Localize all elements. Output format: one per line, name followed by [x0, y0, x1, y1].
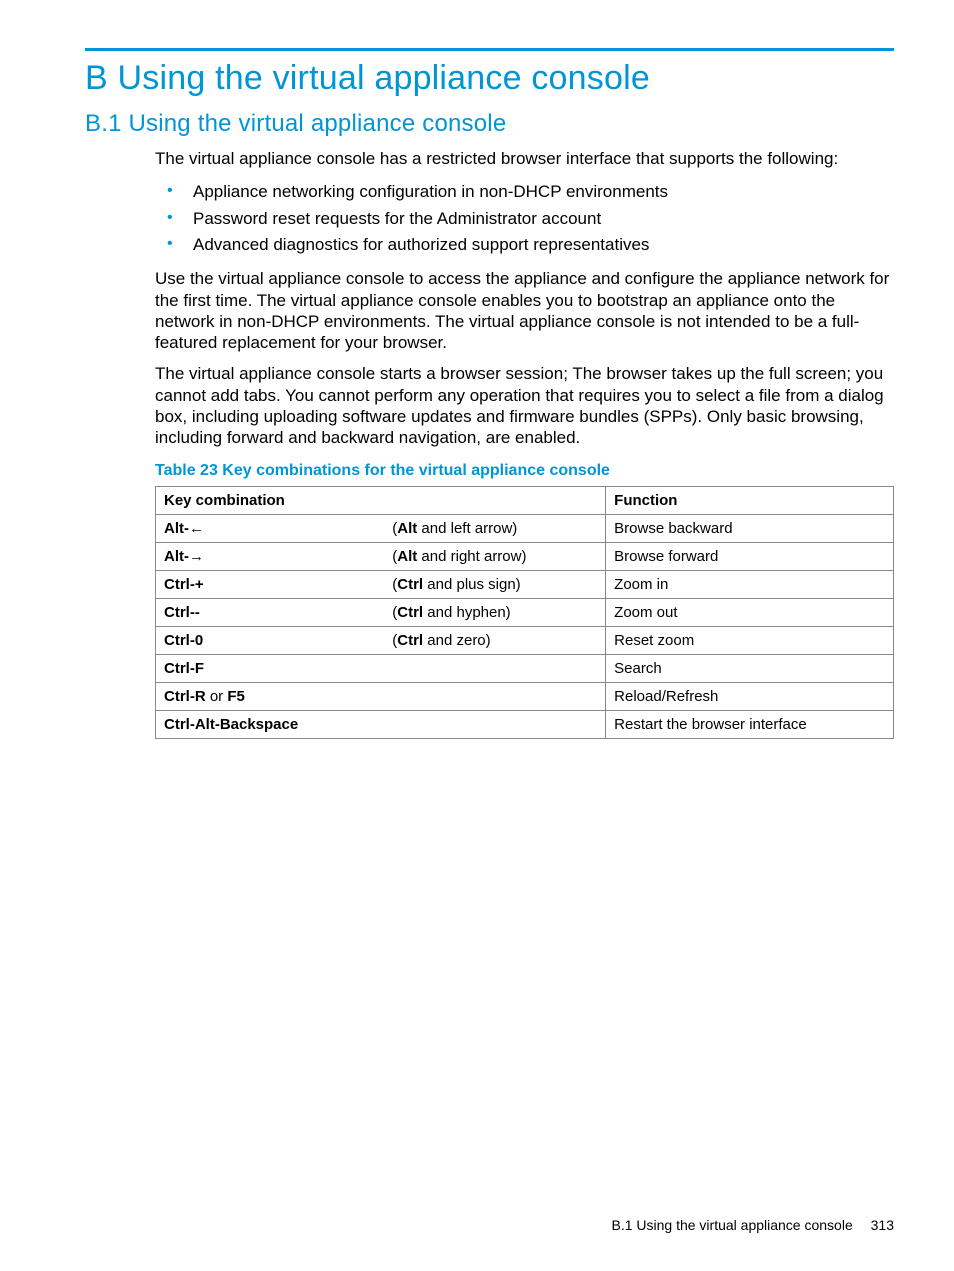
function-cell: Zoom in	[606, 571, 894, 599]
key-description-cell: (Alt and right arrow)	[384, 543, 605, 571]
key-combination-cell: Ctrl--	[156, 599, 385, 627]
page-content: B Using the virtual appliance console B.…	[0, 0, 954, 739]
body-paragraph: The virtual appliance console starts a b…	[155, 363, 894, 448]
col-key-combination: Key combination	[156, 487, 606, 515]
footer-section-label: B.1 Using the virtual appliance console	[611, 1217, 852, 1233]
body-block: The virtual appliance console has a rest…	[155, 148, 894, 739]
page-number: 313	[871, 1217, 894, 1233]
top-rule	[85, 48, 894, 51]
key-description-cell	[384, 655, 605, 683]
key-description-cell	[384, 683, 605, 711]
bullet-list: Appliance networking configuration in no…	[155, 179, 894, 258]
function-cell: Browse backward	[606, 515, 894, 543]
body-paragraph: Use the virtual appliance console to acc…	[155, 268, 894, 353]
key-combination-cell: Ctrl-R or F5	[156, 683, 385, 711]
table-row: Ctrl-+(Ctrl and plus sign)Zoom in	[156, 571, 894, 599]
key-description-cell	[384, 711, 605, 739]
col-function: Function	[606, 487, 894, 515]
table-header-row: Key combination Function	[156, 487, 894, 515]
table-row: Ctrl-F Search	[156, 655, 894, 683]
page-footer: B.1 Using the virtual appliance console …	[611, 1217, 894, 1233]
key-combination-cell: Ctrl-Alt-Backspace	[156, 711, 385, 739]
key-combination-cell: Ctrl-+	[156, 571, 385, 599]
key-description-cell: (Ctrl and hyphen)	[384, 599, 605, 627]
key-combination-cell: Alt-→	[156, 543, 385, 571]
function-cell: Zoom out	[606, 599, 894, 627]
list-item: Advanced diagnostics for authorized supp…	[155, 232, 894, 258]
list-item: Password reset requests for the Administ…	[155, 206, 894, 232]
function-cell: Reload/Refresh	[606, 683, 894, 711]
function-cell: Restart the browser interface	[606, 711, 894, 739]
function-cell: Reset zoom	[606, 627, 894, 655]
table-row: Ctrl--(Ctrl and hyphen)Zoom out	[156, 599, 894, 627]
section-title: B.1 Using the virtual appliance console	[85, 110, 894, 138]
table-row: Alt-→(Alt and right arrow)Browse forward	[156, 543, 894, 571]
key-combination-cell: Ctrl-0	[156, 627, 385, 655]
key-combination-cell: Alt-←	[156, 515, 385, 543]
table-caption: Table 23 Key combinations for the virtua…	[155, 462, 894, 480]
key-description-cell: (Ctrl and zero)	[384, 627, 605, 655]
key-description-cell: (Ctrl and plus sign)	[384, 571, 605, 599]
table-row: Ctrl-R or F5 Reload/Refresh	[156, 683, 894, 711]
key-description-cell: (Alt and left arrow)	[384, 515, 605, 543]
table-row: Ctrl-Alt-Backspace Restart the browser in…	[156, 711, 894, 739]
key-combinations-table: Key combination Function Alt-←(Alt and l…	[155, 486, 894, 739]
list-item: Appliance networking configuration in no…	[155, 179, 894, 205]
table-row: Ctrl-0(Ctrl and zero)Reset zoom	[156, 627, 894, 655]
intro-paragraph: The virtual appliance console has a rest…	[155, 148, 894, 169]
table-row: Alt-←(Alt and left arrow)Browse backward	[156, 515, 894, 543]
function-cell: Search	[606, 655, 894, 683]
appendix-title: B Using the virtual appliance console	[85, 59, 894, 98]
function-cell: Browse forward	[606, 543, 894, 571]
key-combination-cell: Ctrl-F	[156, 655, 385, 683]
